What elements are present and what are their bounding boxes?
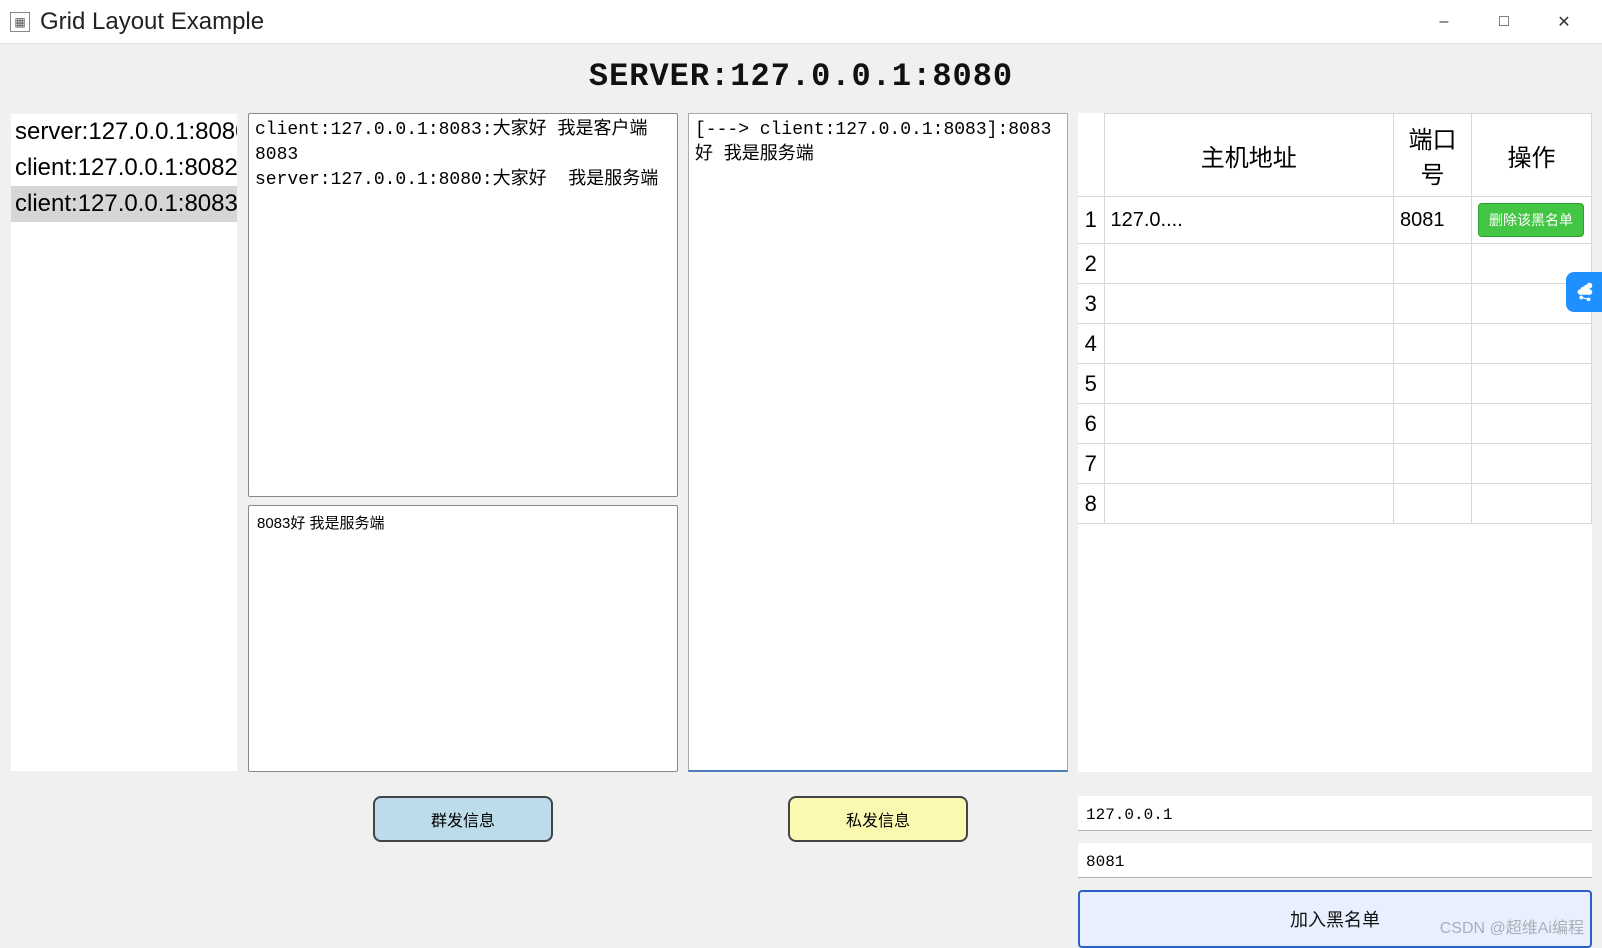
table-row[interactable]: 3 [1078,284,1592,324]
close-button[interactable]: ✕ [1534,0,1594,44]
window-controls: – □ ✕ [1414,0,1594,44]
table-row[interactable]: 5 [1078,364,1592,404]
cell-host [1104,484,1394,524]
server-header: SERVER:127.0.0.1:8080 [0,44,1602,113]
cell-host: 127.0.... [1104,197,1394,244]
cell-action [1472,484,1592,524]
cell-action [1472,324,1592,364]
col-host: 主机地址 [1104,114,1394,197]
connections-list[interactable]: server:127.0.0.1:8080 client:127.0.0.1:8… [10,113,238,772]
row-number: 8 [1078,484,1104,524]
table-row[interactable]: 6 [1078,404,1592,444]
row-number: 2 [1078,244,1104,284]
table-row[interactable]: 7 [1078,444,1592,484]
private-log[interactable]: [---> client:127.0.0.1:8083]:8083好 我是服务端 [688,113,1068,772]
maximize-button[interactable]: □ [1474,0,1534,44]
table-row[interactable]: 1127.0....8081删除该黑名单 [1078,197,1592,244]
add-blacklist-button[interactable]: 加入黑名单 [1078,890,1592,948]
blacklist-table[interactable]: 主机地址 端口号 操作 1127.0....8081删除该黑名单2345678 [1078,113,1592,772]
connections-item[interactable]: server:127.0.0.1:8080 [11,114,237,150]
cell-action: 删除该黑名单 [1472,197,1592,244]
row-number: 4 [1078,324,1104,364]
app-icon: ▦ [10,12,30,32]
broadcast-button[interactable]: 群发信息 [373,796,553,842]
row-number: 7 [1078,444,1104,484]
cell-port [1394,324,1472,364]
cell-port [1394,444,1472,484]
connections-item[interactable]: client:127.0.0.1:8083 [11,186,237,222]
col-action: 操作 [1472,114,1592,197]
cell-host [1104,244,1394,284]
titlebar: ▦ Grid Layout Example – □ ✕ [0,0,1602,44]
window-title: Grid Layout Example [40,8,1414,36]
cloud-share-icon[interactable] [1566,272,1602,312]
col-port: 端口号 [1394,114,1472,197]
connections-item[interactable]: client:127.0.0.1:8082 [11,150,237,186]
cell-port [1394,404,1472,444]
cell-action [1472,364,1592,404]
row-number: 5 [1078,364,1104,404]
private-send-button[interactable]: 私发信息 [788,796,968,842]
row-number: 3 [1078,284,1104,324]
minimize-button[interactable]: – [1414,0,1474,44]
cell-host [1104,444,1394,484]
cell-port: 8081 [1394,197,1472,244]
cell-host [1104,404,1394,444]
row-number: 6 [1078,404,1104,444]
table-corner [1078,114,1104,197]
table-row[interactable]: 2 [1078,244,1592,284]
compose-input[interactable] [248,505,678,772]
table-row[interactable]: 8 [1078,484,1592,524]
cell-action [1472,444,1592,484]
cell-host [1104,284,1394,324]
broadcast-log[interactable]: client:127.0.0.1:8083:大家好 我是客户端8083 serv… [248,113,678,497]
blacklist-host-input[interactable] [1078,796,1592,831]
blacklist-port-input[interactable] [1078,843,1592,878]
cell-host [1104,364,1394,404]
delete-blacklist-button[interactable]: 删除该黑名单 [1478,203,1584,237]
cell-port [1394,244,1472,284]
cell-port [1394,364,1472,404]
cell-port [1394,284,1472,324]
row-number: 1 [1078,197,1104,244]
cell-action [1472,404,1592,444]
cell-host [1104,324,1394,364]
table-row[interactable]: 4 [1078,324,1592,364]
cell-port [1394,484,1472,524]
